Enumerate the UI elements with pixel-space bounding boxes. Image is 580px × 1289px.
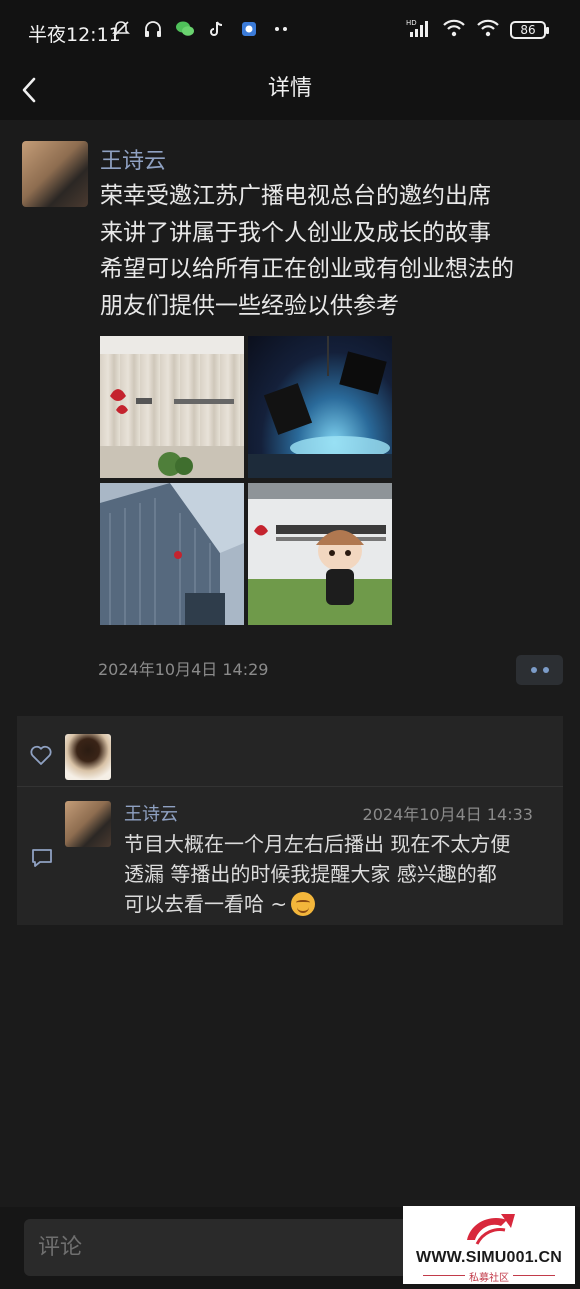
comment-text[interactable]: 节目大概在一个月左右后播出 现在不太方便 透漏 等播出的时候我提醒大家 感兴趣的…: [124, 829, 554, 919]
svg-text:HD: HD: [406, 19, 417, 27]
more-options-button[interactable]: [516, 655, 563, 685]
comment-timestamp: 2024年10月4日 14:33: [362, 805, 533, 824]
smiling-emoji-icon: [291, 892, 316, 916]
nav-header: 详情: [0, 62, 580, 120]
post-text-line: 朋友们提供一些经验以供参考: [100, 292, 399, 319]
more-dots-icon: [270, 18, 292, 40]
status-icons-right: HD 86: [406, 18, 549, 42]
tiktok-icon: [206, 18, 228, 40]
headphones-icon: [142, 18, 164, 40]
wifi-6-icon: [476, 18, 500, 42]
photo-grid: [100, 336, 392, 625]
post-text-line: 来讲了讲属于我个人创业及成长的故事: [100, 219, 491, 246]
building-logo-wall-photo[interactable]: [100, 336, 244, 478]
comment-text-line: 节目大概在一个月左右后播出 现在不太方便: [124, 832, 511, 856]
page-title: 详情: [267, 76, 312, 101]
dot-icon: [530, 667, 537, 673]
comment-text-line: 可以去看一看哈 ~: [124, 892, 288, 916]
battery-icon: 86: [510, 21, 549, 39]
post-text: 荣幸受邀江苏广播电视总台的邀约出席 来讲了讲属于我个人创业及成长的故事 希望可以…: [100, 178, 560, 324]
status-time: 半夜12:11: [28, 24, 121, 46]
watermark-subtext: 私募社区: [469, 1273, 509, 1284]
corporation-sign-photo[interactable]: [248, 483, 392, 625]
divider: [17, 786, 563, 787]
simu-logo-icon: [467, 1214, 515, 1245]
dot-icon: [542, 667, 549, 673]
author-avatar[interactable]: [22, 141, 88, 207]
post-text-line: 荣幸受邀江苏广播电视总台的邀约出席: [100, 183, 491, 209]
status-icons-left: [110, 18, 292, 40]
interactions-panel: 王诗云 2024年10月4日 14:33 节目大概在一个月左右后播出 现在不太方…: [17, 716, 563, 925]
hd-signal-icon: HD: [406, 18, 432, 42]
post-text-line: 希望可以给所有正在创业或有创业想法的: [100, 256, 514, 282]
commenter-avatar[interactable]: [65, 801, 111, 847]
app-icon: [238, 18, 260, 40]
wechat-icon: [174, 18, 196, 40]
liker-avatar[interactable]: [65, 734, 111, 780]
watermark-rule: [513, 1275, 555, 1276]
wifi-icon: [442, 18, 466, 42]
post-author-name[interactable]: 王诗云: [100, 143, 166, 175]
mute-bell-icon: [110, 18, 132, 40]
watermark-text: WWW.SIMU001.CN: [416, 1249, 562, 1266]
post-timestamp: 2024年10月4日 14:29: [98, 660, 269, 679]
tv-studio-photo[interactable]: [248, 336, 392, 478]
heart-icon[interactable]: [29, 744, 53, 766]
status-bar: 半夜12:11 HD 86: [0, 0, 580, 62]
skyscraper-photo[interactable]: [100, 483, 244, 625]
comment-icon: [32, 849, 52, 867]
likes-row: [17, 716, 563, 786]
comment-text-line: 透漏 等播出的时候我提醒大家 感兴趣的都: [124, 862, 497, 886]
comment-author-name[interactable]: 王诗云: [124, 800, 178, 826]
site-watermark: WWW.SIMU001.CN 私募社区: [403, 1206, 575, 1284]
comment-text-line-last: 可以去看一看哈 ~: [124, 889, 554, 919]
